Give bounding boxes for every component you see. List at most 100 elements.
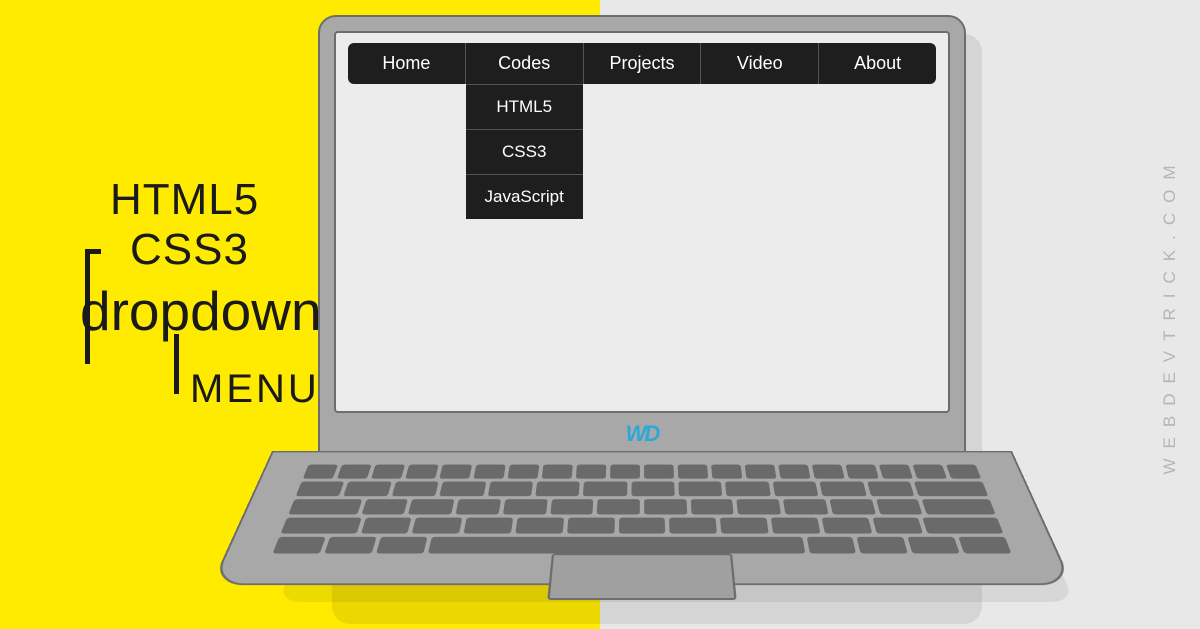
key <box>439 482 485 497</box>
key <box>464 518 514 534</box>
title-line-3: dropdown <box>80 279 322 343</box>
key <box>515 518 564 534</box>
key <box>360 518 411 534</box>
nav-item-projects[interactable]: Projects <box>584 43 702 84</box>
laptop-screen: Home Codes HTML5 CSS3 JavaScript <box>334 31 950 413</box>
key <box>783 499 828 514</box>
nav-item-video[interactable]: Video <box>701 43 819 84</box>
key <box>812 465 845 479</box>
key <box>922 499 996 514</box>
key <box>508 465 540 479</box>
key <box>678 465 709 479</box>
nav-item-codes[interactable]: Codes HTML5 CSS3 JavaScript <box>466 43 584 84</box>
laptop-base <box>211 451 1073 585</box>
key <box>737 499 782 514</box>
key <box>778 465 810 479</box>
key <box>618 518 665 534</box>
key <box>281 518 362 534</box>
key <box>857 537 908 554</box>
key <box>876 499 923 514</box>
key <box>324 537 376 554</box>
trackpad <box>547 554 736 600</box>
dropdown-codes: HTML5 CSS3 JavaScript <box>466 84 583 219</box>
key <box>412 518 462 534</box>
dropdown-label: JavaScript <box>485 187 564 206</box>
key <box>408 499 454 514</box>
key <box>745 465 777 479</box>
key <box>872 518 923 534</box>
dropdown-item-html5[interactable]: HTML5 <box>466 84 583 129</box>
key <box>908 537 960 554</box>
key <box>806 537 856 554</box>
keyboard <box>273 465 1012 554</box>
key <box>879 465 913 479</box>
laptop-logo: WD <box>626 421 659 447</box>
key <box>392 482 439 497</box>
navbar: Home Codes HTML5 CSS3 JavaScript <box>348 43 936 84</box>
key <box>912 465 947 479</box>
watermark: WEBDEVTRICK.COM <box>1160 155 1180 474</box>
key <box>542 465 573 479</box>
title-line-4: MENU <box>190 367 322 412</box>
nav-item-about[interactable]: About <box>819 43 936 84</box>
key <box>821 518 871 534</box>
title-line-2: CSS3 <box>130 225 322 275</box>
key <box>503 499 548 514</box>
key <box>958 537 1011 554</box>
key <box>535 482 580 497</box>
key <box>376 537 427 554</box>
key <box>772 482 818 497</box>
dropdown-label: HTML5 <box>496 97 552 116</box>
key <box>845 465 878 479</box>
key <box>550 499 594 514</box>
key <box>296 482 345 497</box>
key <box>725 482 770 497</box>
key <box>631 482 675 497</box>
key <box>567 518 615 534</box>
key <box>720 518 769 534</box>
key <box>439 465 472 479</box>
nav-item-home[interactable]: Home <box>348 43 466 84</box>
key <box>829 499 875 514</box>
key <box>303 465 338 479</box>
key <box>487 482 533 497</box>
key <box>473 465 505 479</box>
key <box>583 482 627 497</box>
laptop: Home Codes HTML5 CSS3 JavaScript <box>318 15 966 623</box>
key <box>337 465 372 479</box>
key <box>576 465 607 479</box>
nav-label: Video <box>737 53 783 73</box>
key <box>344 482 392 497</box>
key <box>923 518 1004 534</box>
nav-label: About <box>854 53 901 73</box>
key <box>288 499 362 514</box>
key <box>455 499 500 514</box>
key <box>678 482 722 497</box>
laptop-lid: Home Codes HTML5 CSS3 JavaScript <box>318 15 966 455</box>
key <box>610 465 640 479</box>
key <box>361 499 408 514</box>
spacebar <box>427 537 804 554</box>
key <box>690 499 734 514</box>
key <box>820 482 867 497</box>
key <box>711 465 742 479</box>
dropdown-item-css3[interactable]: CSS3 <box>466 129 583 174</box>
page-title: HTML5 CSS3 dropdown MENU <box>80 175 322 412</box>
key <box>597 499 640 514</box>
nav-label: Codes <box>498 53 550 73</box>
key <box>946 465 981 479</box>
key <box>371 465 405 479</box>
key <box>273 537 326 554</box>
key <box>669 518 717 534</box>
dropdown-label: CSS3 <box>502 142 546 161</box>
nav-label: Projects <box>609 53 674 73</box>
key <box>405 465 438 479</box>
key <box>644 499 687 514</box>
key <box>867 482 915 497</box>
key <box>771 518 821 534</box>
key <box>914 482 989 497</box>
key <box>644 465 674 479</box>
dropdown-item-javascript[interactable]: JavaScript <box>466 174 583 219</box>
title-line-1: HTML5 <box>110 175 322 225</box>
nav-label: Home <box>382 53 430 73</box>
